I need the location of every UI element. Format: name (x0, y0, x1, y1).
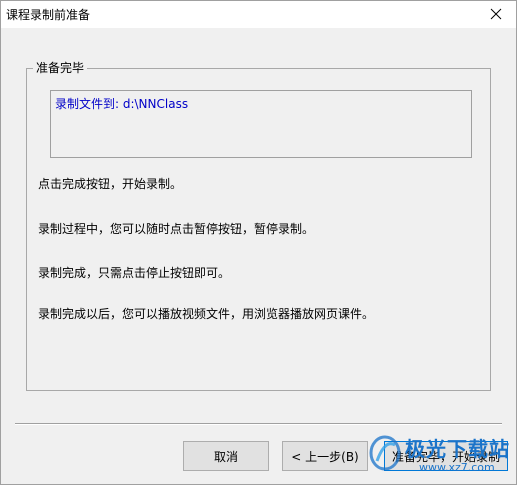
finish-start-recording-button[interactable]: 准备完毕，开始录制 (384, 441, 508, 471)
cancel-button[interactable]: 取消 (183, 441, 269, 471)
footer-separator (15, 423, 502, 425)
dialog-window: 课程录制前准备 准备完毕 录制文件到: d:\NNClass 点击完成按钮，开始… (0, 0, 517, 485)
close-icon (490, 5, 502, 24)
info-line-stop: 录制完成，只需点击停止按钮即可。 (38, 266, 231, 280)
info-line-start: 点击完成按钮，开始录制。 (38, 177, 183, 191)
close-button[interactable] (476, 1, 516, 28)
info-line-pause: 录制过程中，您可以随时点击暂停按钮，暂停录制。 (38, 222, 315, 236)
back-button[interactable]: < 上一步(B) (282, 441, 368, 471)
info-line-playback: 录制完成以后，您可以播放视频文件，用浏览器播放网页课件。 (38, 307, 375, 321)
window-title: 课程录制前准备 (6, 8, 91, 22)
groupbox-legend: 准备完毕 (33, 59, 88, 76)
record-path-box: 录制文件到: d:\NNClass (50, 90, 472, 158)
title-bar: 课程录制前准备 (1, 1, 516, 28)
record-path-text: 录制文件到: d:\NNClass (55, 97, 189, 111)
